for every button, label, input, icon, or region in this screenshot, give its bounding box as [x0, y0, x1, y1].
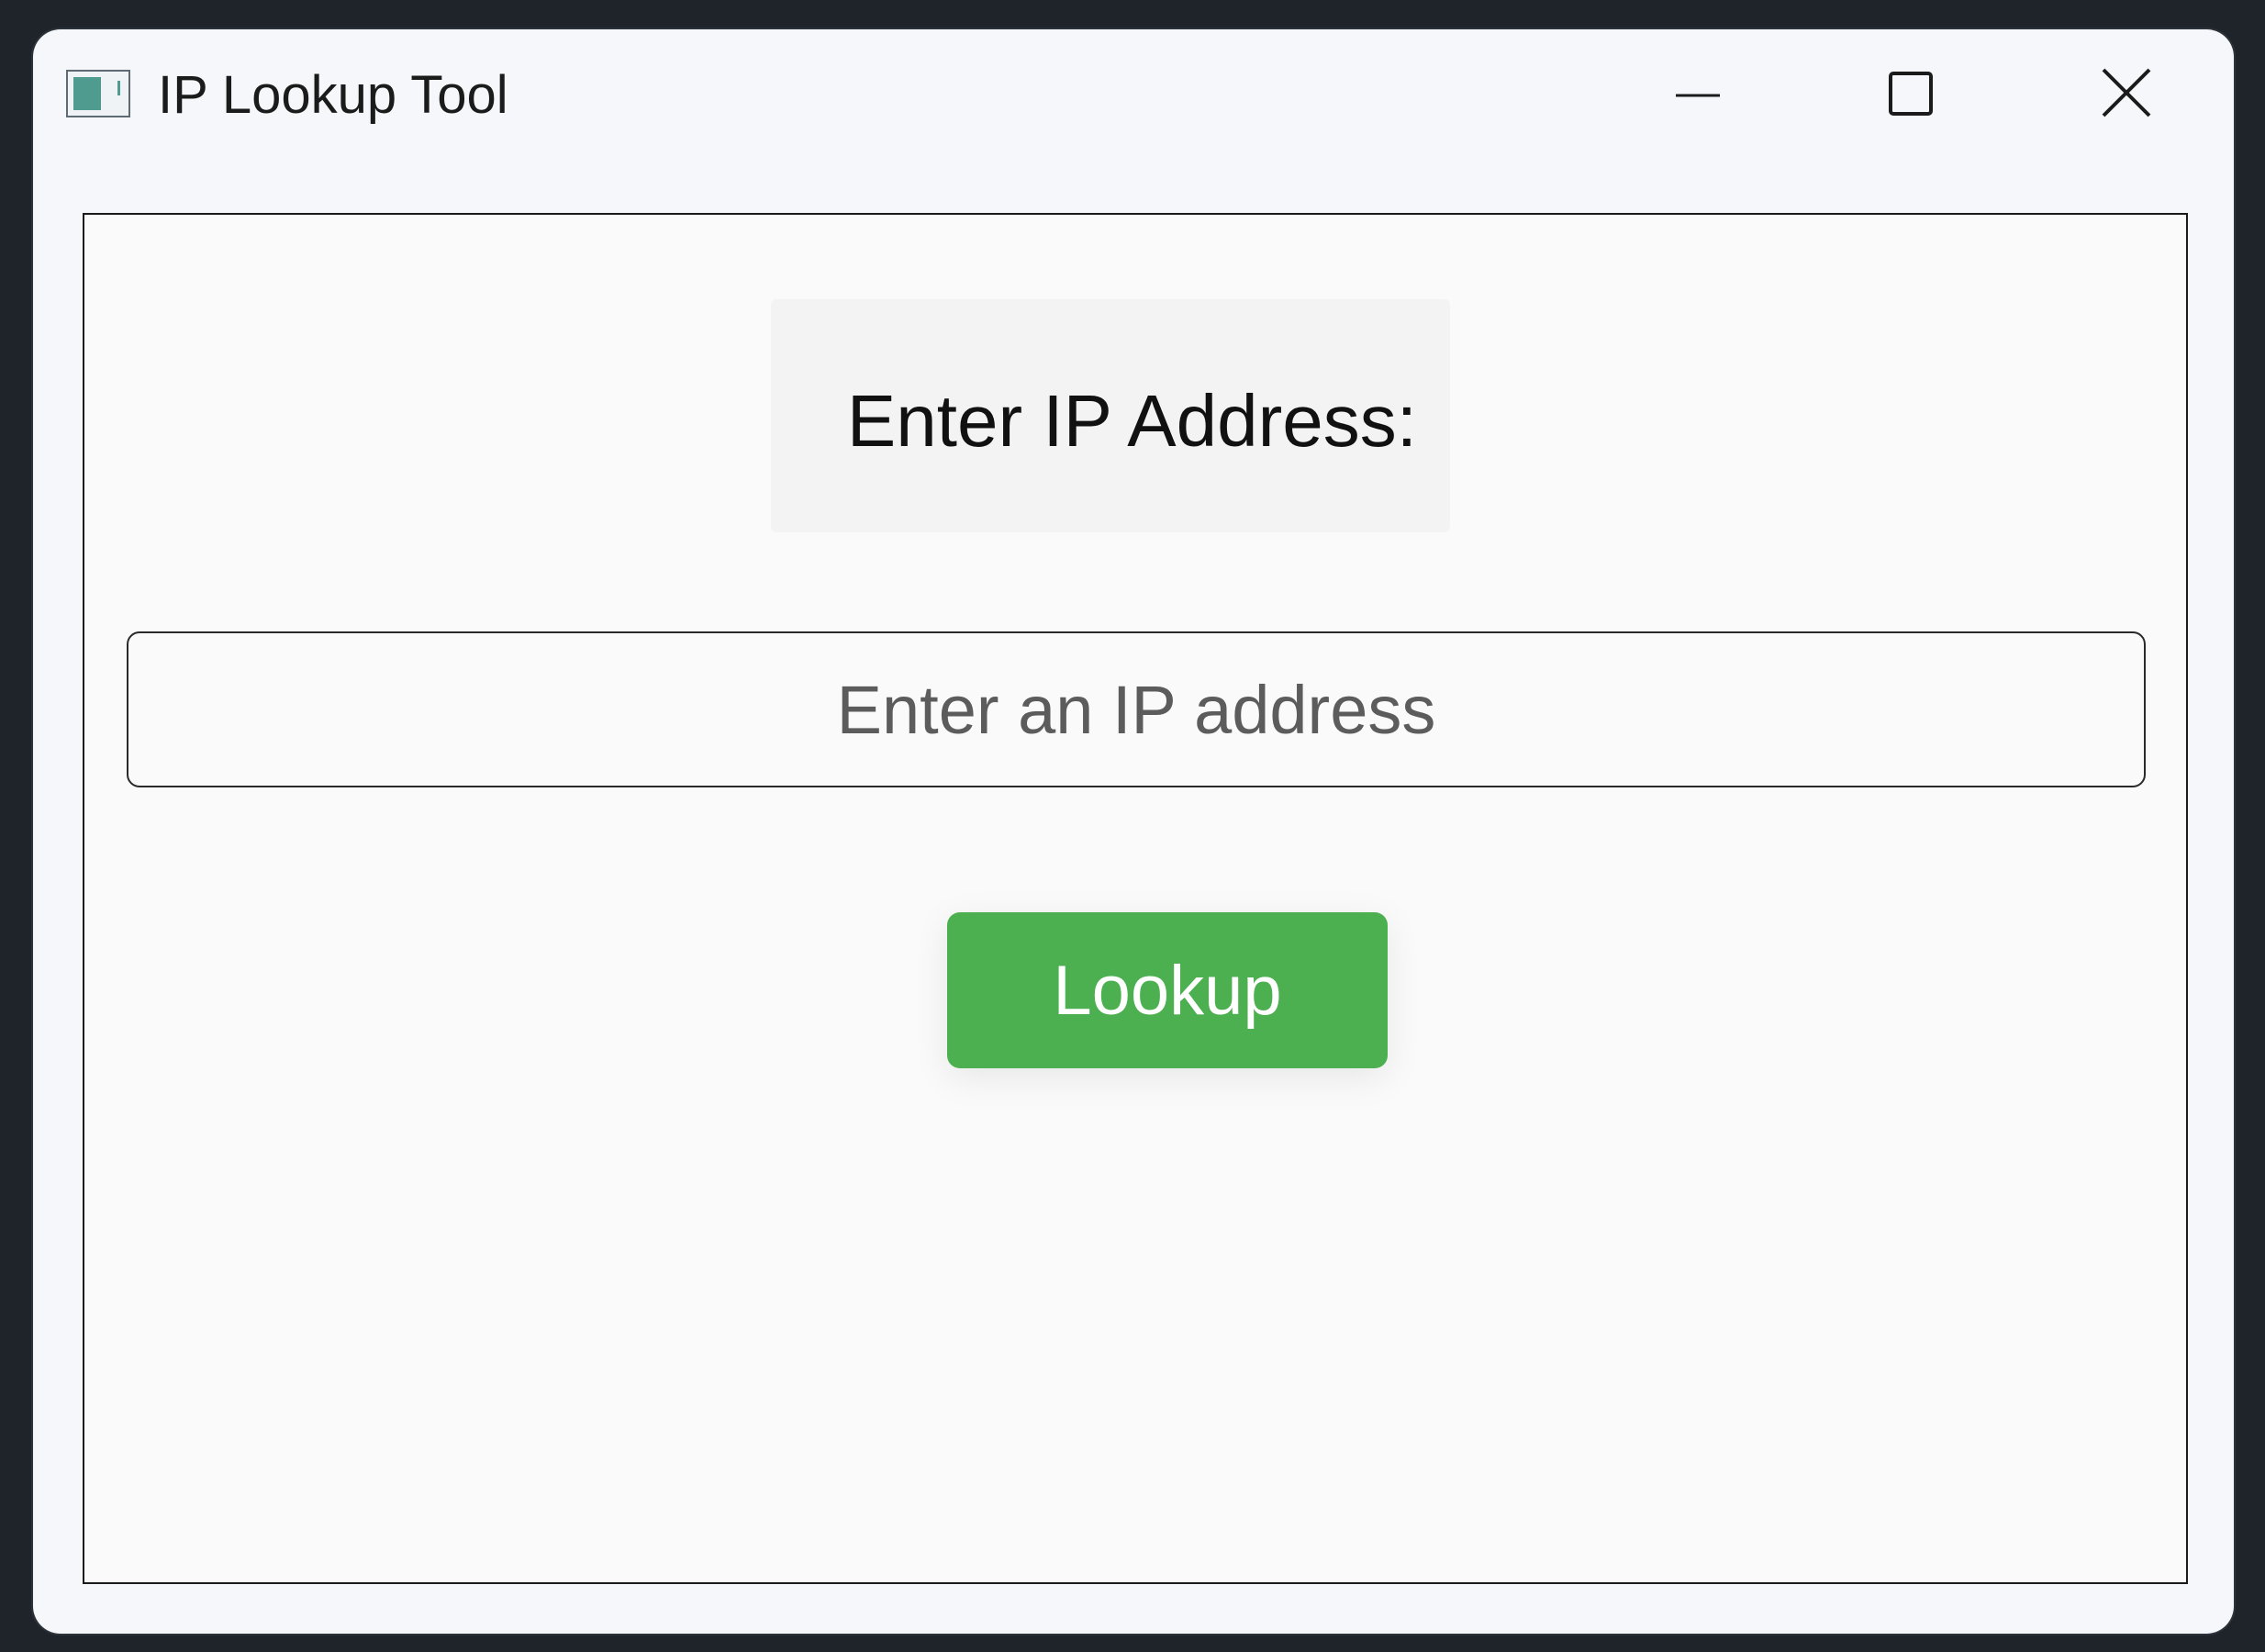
app-icon-pane	[73, 77, 101, 110]
title-bar[interactable]: IP Lookup Tool	[33, 29, 2234, 167]
app-icon-bar	[117, 81, 120, 95]
main-panel: Enter IP Address: Lookup	[83, 213, 2188, 1584]
app-window: IP Lookup Tool Enter IP Address: Lookup	[33, 29, 2234, 1634]
lookup-button[interactable]: Lookup	[947, 912, 1388, 1068]
window-title: IP Lookup Tool	[158, 65, 508, 125]
ip-address-label: Enter IP Address:	[846, 380, 1417, 462]
minimize-icon	[1676, 94, 1720, 97]
ip-address-input[interactable]	[127, 631, 2146, 787]
maximize-button[interactable]	[1872, 61, 1949, 130]
maximize-icon	[1889, 72, 1933, 116]
minimize-button[interactable]	[1659, 61, 1736, 130]
label-container: Enter IP Address:	[771, 299, 1450, 532]
close-button[interactable]	[2089, 61, 2166, 130]
app-icon	[66, 70, 130, 117]
close-icon	[2102, 68, 2151, 117]
